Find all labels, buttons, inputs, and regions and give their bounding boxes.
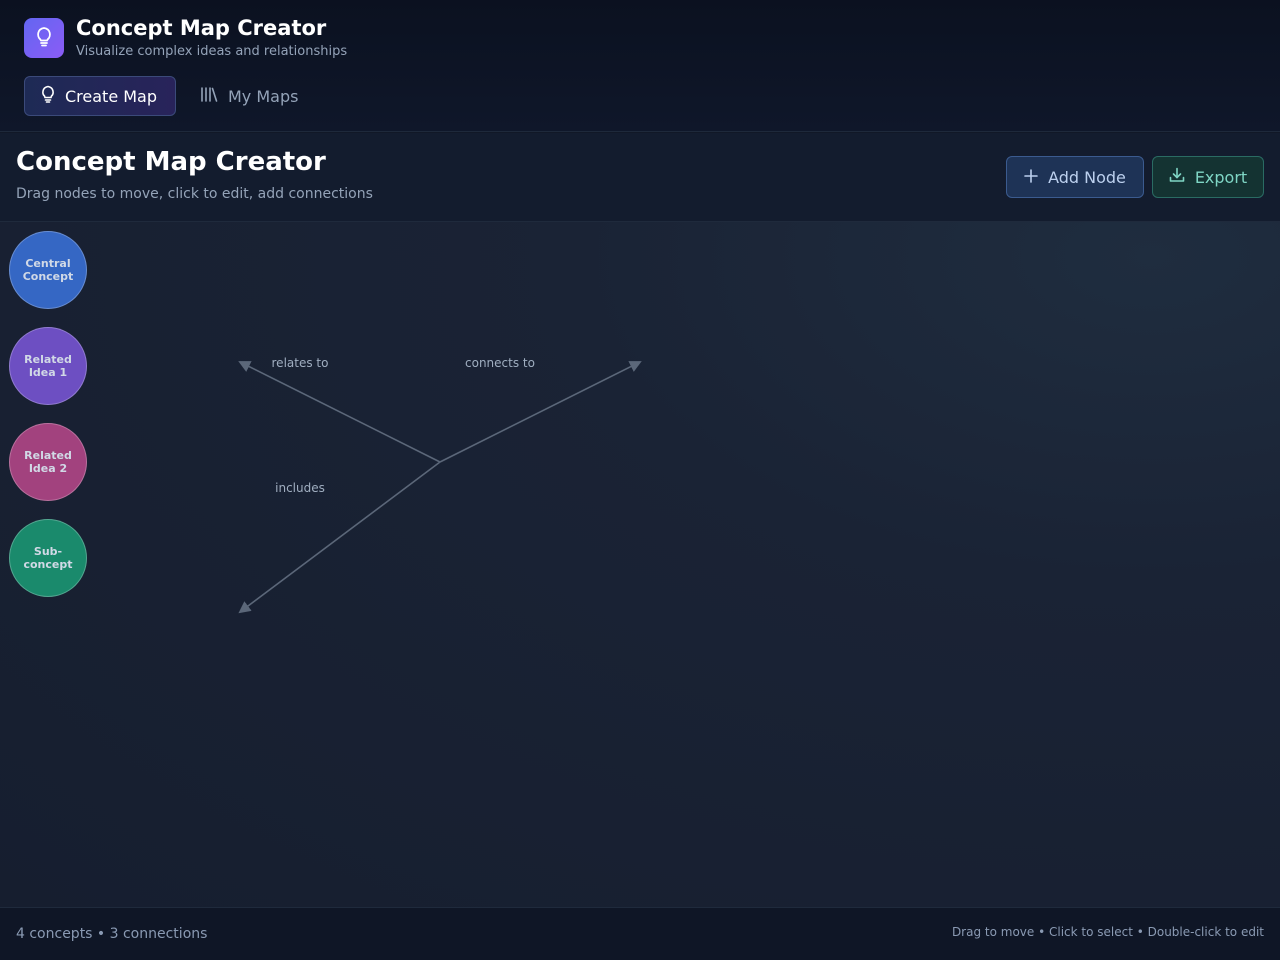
export-button[interactable]: Export — [1152, 156, 1264, 198]
connection-label: relates to — [272, 356, 329, 370]
download-icon — [1169, 167, 1185, 187]
concept-node[interactable]: Related Idea 1 — [9, 327, 87, 405]
tab-create-map[interactable]: Create Map — [24, 76, 176, 116]
node-label-line: concept — [23, 558, 73, 571]
node-label-line: Concept — [22, 270, 74, 283]
connection-line[interactable] — [439, 361, 642, 463]
connection-line[interactable] — [238, 361, 441, 463]
lightbulb-icon — [41, 85, 55, 107]
connection-line[interactable] — [238, 461, 441, 614]
library-icon — [200, 86, 218, 106]
node-label-line: Related — [24, 353, 72, 366]
export-label: Export — [1194, 167, 1248, 187]
tab-my-maps[interactable]: My Maps — [192, 76, 312, 116]
tab-label: Create Map — [65, 86, 158, 106]
status-bar: 4 concepts • 3 connections Drag to move … — [0, 907, 1280, 960]
node-label-line: Sub- — [33, 545, 63, 558]
app-title: Concept Map Creator — [76, 16, 327, 40]
add-node-label: Add Node — [1048, 167, 1126, 187]
add-node-button[interactable]: Add Node — [1006, 156, 1144, 198]
app-subtitle: Visualize complex ideas and relationship… — [76, 44, 348, 59]
connection-label: connects to — [465, 356, 535, 370]
node-label-line: Central — [25, 257, 71, 270]
app-logo — [24, 18, 64, 58]
page-hint: Drag nodes to move, click to edit, add c… — [16, 186, 373, 202]
concept-node[interactable]: Related Idea 2 — [9, 423, 87, 501]
node-label-line: Idea 1 — [28, 366, 68, 379]
node-label-line: Related — [24, 449, 72, 462]
connection-label: includes — [275, 481, 325, 495]
toolbar: Concept Map Creator Drag nodes to move, … — [0, 133, 1280, 222]
map-canvas[interactable]: relates to connects to includes Central C… — [0, 222, 1280, 907]
map-stats: 4 concepts • 3 connections — [16, 926, 208, 942]
lightbulb-icon — [34, 25, 54, 51]
node-label-line: Idea 2 — [28, 462, 68, 475]
help-text: Drag to move • Click to select • Double-… — [951, 925, 1264, 939]
tab-label: My Maps — [228, 86, 299, 106]
plus-icon — [1024, 168, 1038, 187]
concept-node[interactable]: Central Concept — [9, 231, 87, 309]
concept-node[interactable]: Sub-concept — [9, 519, 87, 597]
connections-layer: relates to connects to includes — [238, 356, 642, 614]
app-header: Concept Map Creator Visualize complex id… — [0, 0, 1280, 132]
page-title: Concept Map Creator — [16, 147, 326, 177]
